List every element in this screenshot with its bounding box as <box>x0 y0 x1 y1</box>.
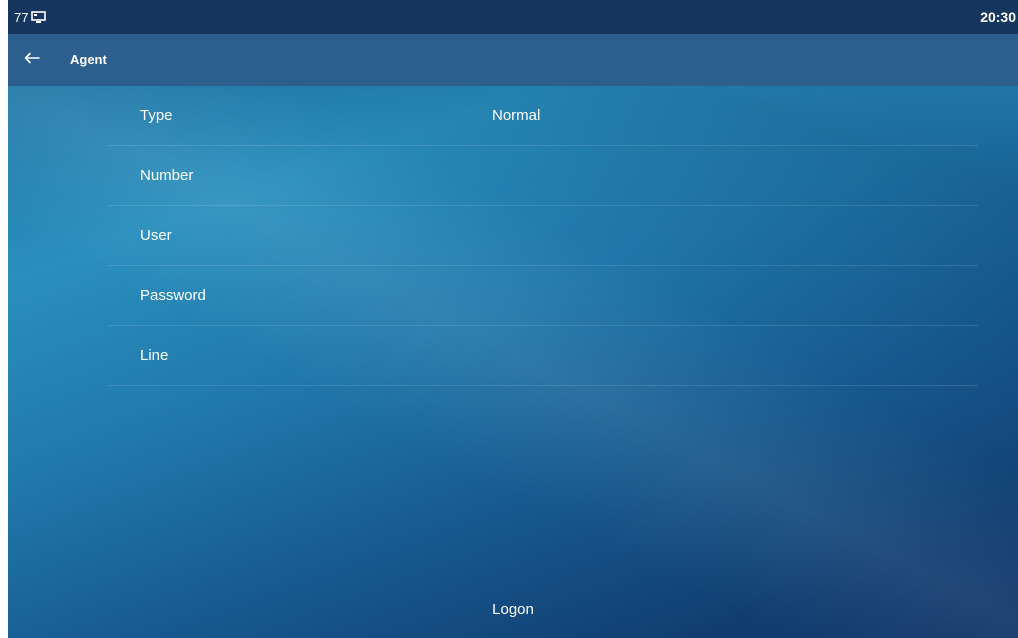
status-left: 77 <box>14 0 47 34</box>
field-type-value[interactable]: Normal <box>492 86 540 145</box>
phone-screen: 77 20:30 Agent Type Normal Number User P… <box>8 0 1018 638</box>
field-number-label: Number <box>140 167 194 184</box>
field-password[interactable]: Password <box>108 266 978 326</box>
softkey-2[interactable] <box>210 582 412 638</box>
field-type-label: Type <box>140 107 173 124</box>
title-bar: Agent <box>8 34 1018 86</box>
field-type[interactable]: Type Normal <box>108 86 978 146</box>
logon-softkey[interactable]: Logon <box>412 582 614 638</box>
line-count: 77 <box>14 9 29 25</box>
status-time: 20:30 <box>980 9 1016 25</box>
back-arrow-icon <box>24 51 40 69</box>
softkey-5[interactable] <box>816 582 1018 638</box>
softkey-1[interactable] <box>8 582 210 638</box>
field-password-label: Password <box>140 287 206 304</box>
field-user-label: User <box>140 227 172 244</box>
status-bar: 77 20:30 <box>8 0 1018 34</box>
monitor-icon <box>31 10 47 24</box>
field-line[interactable]: Line <box>108 326 978 386</box>
field-number[interactable]: Number <box>108 146 978 206</box>
softkey-bar: Logon <box>8 582 1018 638</box>
back-button[interactable] <box>18 48 46 72</box>
page-title: Agent <box>70 52 107 67</box>
field-user[interactable]: User <box>108 206 978 266</box>
field-line-label: Line <box>140 347 169 364</box>
softkey-4[interactable] <box>614 582 816 638</box>
agent-field-list: Type Normal Number User Password Line <box>108 86 978 386</box>
